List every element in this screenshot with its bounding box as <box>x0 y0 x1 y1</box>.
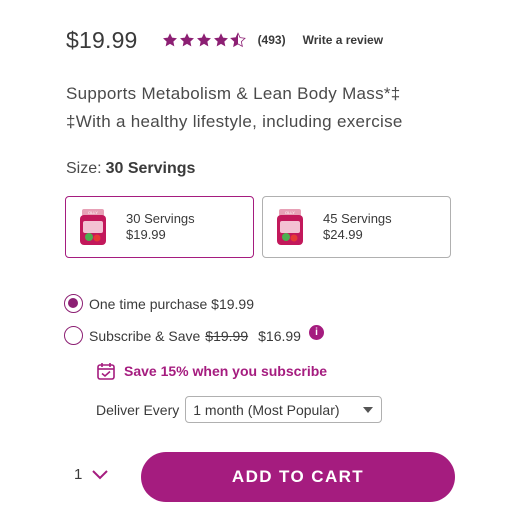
subscribe-save-option[interactable]: Subscribe & Save $19.99 $16.99 i <box>64 325 324 345</box>
quantity-selector[interactable]: 1 <box>74 466 109 483</box>
add-to-cart-button[interactable]: ADD TO CART <box>141 452 455 502</box>
subscribe-savings-note: Save 15% when you subscribe <box>96 361 327 381</box>
half-star-icon <box>229 32 246 48</box>
size-selected-value: 30 Servings <box>105 160 196 177</box>
calendar-icon <box>97 363 115 380</box>
star-icon <box>179 33 194 47</box>
one-time-radio[interactable] <box>64 294 83 313</box>
info-icon[interactable]: i <box>308 325 324 340</box>
subscribe-radio[interactable] <box>64 326 83 345</box>
headline-line-1: Supports Metabolism & Lean Body Mass*‡ <box>66 84 401 103</box>
product-price: $19.99 <box>66 26 138 53</box>
size-option-name: 30 Servings <box>126 211 195 226</box>
svg-text:OLLY: OLLY <box>88 210 98 215</box>
subscribe-label: Subscribe & Save <box>89 327 201 344</box>
rating-stars[interactable] <box>162 32 246 48</box>
subscribe-original-price: $19.99 <box>205 327 249 344</box>
write-review-link[interactable]: Write a review <box>303 33 383 47</box>
size-label: Size: 30 Servings <box>66 160 195 178</box>
price-rating-row: $19.99 (493) Write a review <box>66 24 383 56</box>
product-thumbnail: OLLY <box>78 207 108 247</box>
star-icon <box>162 33 177 47</box>
size-option-price: $24.99 <box>323 227 363 242</box>
subscribe-price: $16.99 <box>258 327 301 344</box>
size-option-text: 45 Servings $24.99 <box>323 211 392 243</box>
deliver-label: Deliver Every <box>96 401 180 418</box>
one-time-purchase-option[interactable]: One time purchase $19.99 <box>64 294 254 313</box>
size-label-text: Size: <box>66 160 102 177</box>
delivery-frequency-value: 1 month (Most Popular) <box>193 401 340 418</box>
star-icon <box>213 33 228 47</box>
size-option-price: $19.99 <box>126 227 166 242</box>
deliver-every-row: Deliver Every 1 month (Most Popular) <box>96 396 383 423</box>
size-option-text: 30 Servings $19.99 <box>126 211 195 243</box>
quantity-value: 1 <box>74 466 83 483</box>
product-thumbnail: OLLY <box>275 207 305 247</box>
size-option-name: 45 Servings <box>323 211 392 226</box>
product-headline: Supports Metabolism & Lean Body Mass*‡ ‡… <box>66 80 506 136</box>
delivery-frequency-select[interactable]: 1 month (Most Popular) <box>185 396 383 423</box>
size-option-30-servings[interactable]: OLLY 30 Servings $19.99 <box>65 196 254 258</box>
size-option-45-servings[interactable]: OLLY 45 Servings $24.99 <box>262 196 451 258</box>
svg-text:OLLY: OLLY <box>285 210 295 215</box>
chevron-down-icon <box>92 469 109 479</box>
review-count[interactable]: (493) <box>258 33 286 47</box>
save-text: Save 15% when you subscribe <box>124 363 328 379</box>
one-time-label: One time purchase $19.99 <box>89 295 254 312</box>
headline-line-2: ‡With a healthy lifestyle, including exe… <box>66 112 403 131</box>
caret-down-icon <box>363 407 374 413</box>
star-icon <box>196 33 211 47</box>
